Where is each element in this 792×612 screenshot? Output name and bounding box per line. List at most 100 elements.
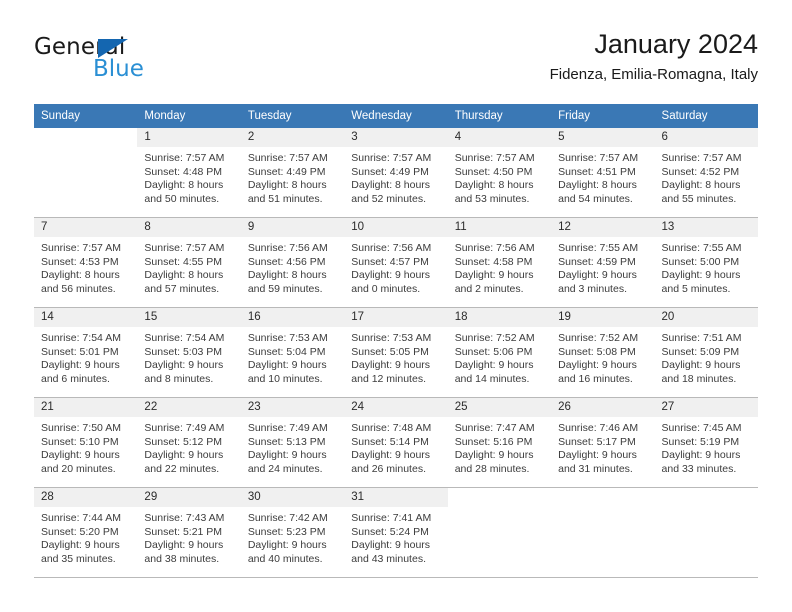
calendar-day-cell[interactable]: 28 Sunrise: 7:44 AM Sunset: 5:20 PM Dayligh…	[34, 488, 138, 577]
day-detail-line: Daylight: 8 hours	[454, 179, 534, 191]
day-detail-line: and 33 minutes.	[661, 462, 737, 475]
calendar-grid: Sunday Monday Tuesday Wednesday Thursday Frid…	[34, 104, 758, 578]
page-title: January 2024	[594, 29, 758, 59]
day-detail-line: and 5 minutes.	[661, 282, 731, 295]
calendar-day-cell[interactable]: 3 Sunrise: 7:57 AM Sunset: 4:49 PM Daylight…	[344, 128, 448, 217]
calendar-day-cell[interactable]: 5 Sunrise: 7:57 AM Sunset: 4:51 PM Daylight…	[551, 128, 655, 217]
logo[interactable]: General Blue	[34, 34, 234, 90]
day-number: 4	[447, 128, 552, 147]
calendar-day-cell[interactable]: 20 Sunrise: 7:51 AM Sunset: 5:09 PM Dayligh…	[654, 308, 758, 397]
calendar-day-cell[interactable]: 2 Sunrise: 7:57 AM Sunset: 4:49 PM Daylight…	[240, 128, 345, 217]
day-number: 17	[344, 308, 448, 327]
day-detail-line: and 50 minutes.	[144, 192, 220, 205]
calendar-day-cell[interactable]: 9 Sunrise: 7:56 AM Sunset: 4:56 PM Daylight…	[240, 218, 345, 307]
day-detail-line: Sunrise: 7:52 AM	[454, 332, 535, 344]
day-number: 3	[344, 128, 448, 147]
day-number: 13	[654, 218, 758, 237]
day-detail-line: Sunset: 5:03 PM	[144, 345, 223, 358]
day-number: 23	[240, 398, 345, 417]
day-number: 18	[447, 308, 552, 327]
day-details: Sunrise: 7:43 AM Sunset: 5:21 PM Daylight:…	[137, 507, 240, 566]
day-detail-line: Sunset: 5:21 PM	[144, 525, 223, 538]
day-detail-line: and 10 minutes.	[247, 372, 323, 385]
calendar-day-cell[interactable]: 27 Sunrise: 7:45 AM Sunset: 5:19 PM Dayligh…	[654, 398, 758, 487]
calendar-day-cell[interactable]: 7 Sunrise: 7:57 AM Sunset: 4:53 PM Daylight…	[34, 218, 138, 307]
day-number: 22	[137, 398, 241, 417]
day-detail-line: Sunrise: 7:49 AM	[247, 422, 328, 434]
weekday-header-monday: Monday	[144, 110, 186, 122]
day-detail-line: Sunrise: 7:57 AM	[661, 152, 742, 164]
day-detail-line: Sunrise: 7:44 AM	[41, 512, 121, 524]
day-number: 8	[137, 218, 241, 237]
calendar-day-cell[interactable]: 18 Sunrise: 7:52 AM Sunset: 5:06 PM Dayligh…	[447, 308, 552, 397]
calendar-day-cell[interactable]: 13 Sunrise: 7:55 AM Sunset: 5:00 PM Dayligh…	[654, 218, 758, 307]
day-number	[655, 488, 758, 507]
day-number: 12	[551, 218, 655, 237]
day-detail-line: and 55 minutes.	[661, 192, 737, 205]
day-details: Sunrise: 7:50 AM Sunset: 5:10 PM Daylight:…	[34, 417, 137, 476]
day-detail-line: Sunrise: 7:56 AM	[351, 242, 432, 254]
weekday-header-sunday: Sunday	[41, 110, 81, 122]
page-header: General Blue January 2024 Fidenza, Emili…	[34, 28, 758, 96]
day-detail-line: Sunrise: 7:55 AM	[661, 242, 742, 254]
calendar-body: 1 Sunrise: 7:57 AM Sunset: 4:48 PM Daylight…	[34, 128, 758, 578]
calendar-day-cell[interactable]: 16 Sunrise: 7:53 AM Sunset: 5:04 PM Dayligh…	[240, 308, 345, 397]
calendar-day-cell[interactable]: 4 Sunrise: 7:57 AM Sunset: 4:50 PM Daylight…	[447, 128, 552, 217]
day-details: Sunrise: 7:49 AM Sunset: 5:13 PM Daylight:…	[241, 417, 344, 476]
calendar-day-cell[interactable]: 14 Sunrise: 7:54 AM Sunset: 5:01 PM Dayligh…	[34, 308, 138, 397]
calendar-day-cell[interactable]: 8 Sunrise: 7:57 AM Sunset: 4:55 PM Daylight…	[137, 218, 241, 307]
calendar-day-cell[interactable]: 6 Sunrise: 7:57 AM Sunset: 4:52 PM Daylight…	[654, 128, 758, 217]
calendar-day-cell[interactable]: 23 Sunrise: 7:49 AM Sunset: 5:13 PM Dayligh…	[240, 398, 345, 487]
weekday-header-friday: Friday	[558, 110, 591, 122]
day-detail-line: Daylight: 9 hours	[558, 449, 637, 461]
day-details: Sunrise: 7:56 AM Sunset: 4:57 PM Daylight:…	[344, 237, 447, 296]
calendar-day-cell[interactable]: 1 Sunrise: 7:57 AM Sunset: 4:48 PM Daylight…	[137, 128, 241, 217]
day-detail-line: and 40 minutes.	[247, 552, 323, 565]
day-detail-line: Sunset: 5:04 PM	[247, 345, 326, 358]
day-number: 19	[551, 308, 655, 327]
day-detail-line: Daylight: 9 hours	[144, 539, 224, 551]
day-number: 21	[34, 398, 138, 417]
day-detail-line: and 38 minutes.	[144, 552, 220, 565]
calendar-day-cell[interactable]: 31 Sunrise: 7:41 AM Sunset: 5:24 PM Dayligh…	[344, 488, 448, 577]
calendar-day-cell[interactable]: 24 Sunrise: 7:48 AM Sunset: 5:14 PM Dayligh…	[344, 398, 448, 487]
day-detail-line: and 35 minutes.	[41, 552, 116, 565]
calendar-day-cell[interactable]: 12 Sunrise: 7:55 AM Sunset: 4:59 PM Dayligh…	[551, 218, 655, 307]
day-detail-line: Daylight: 8 hours	[351, 179, 431, 191]
day-details: Sunrise: 7:45 AM Sunset: 5:19 PM Daylight:…	[655, 417, 758, 476]
calendar-day-cell[interactable]: 29 Sunrise: 7:43 AM Sunset: 5:21 PM Dayligh…	[137, 488, 241, 577]
day-detail-line: and 14 minutes.	[454, 372, 530, 385]
day-detail-line: Daylight: 9 hours	[247, 449, 327, 461]
day-details: Sunrise: 7:57 AM Sunset: 4:48 PM Daylight:…	[137, 147, 240, 206]
day-detail-line: Sunset: 5:23 PM	[247, 525, 326, 538]
day-detail-line: Sunrise: 7:57 AM	[247, 152, 328, 164]
day-detail-line: Sunset: 4:55 PM	[144, 255, 223, 268]
day-number: 9	[240, 218, 345, 237]
day-detail-line: Sunset: 4:49 PM	[351, 165, 429, 178]
calendar-week-row: 1 Sunrise: 7:57 AM Sunset: 4:48 PM Daylight…	[34, 128, 758, 218]
calendar-day-cell[interactable]: 19 Sunrise: 7:52 AM Sunset: 5:08 PM Dayligh…	[551, 308, 655, 397]
day-detail-line: Daylight: 9 hours	[247, 359, 327, 371]
day-detail-line: and 54 minutes.	[558, 192, 633, 205]
calendar-day-cell[interactable]: 25 Sunrise: 7:47 AM Sunset: 5:16 PM Dayligh…	[447, 398, 552, 487]
location-subtitle: Fidenza, Emilia-Romagna, Italy	[549, 66, 758, 83]
calendar-day-cell[interactable]: 26 Sunrise: 7:46 AM Sunset: 5:17 PM Dayligh…	[551, 398, 655, 487]
day-detail-line: Sunrise: 7:46 AM	[558, 422, 639, 434]
calendar-day-cell[interactable]: 11 Sunrise: 7:56 AM Sunset: 4:58 PM Dayligh…	[447, 218, 552, 307]
day-details: Sunrise: 7:53 AM Sunset: 5:05 PM Daylight:…	[344, 327, 447, 386]
day-detail-line: and 22 minutes.	[144, 462, 220, 475]
calendar-day-cell[interactable]: 30 Sunrise: 7:42 AM Sunset: 5:23 PM Dayligh…	[240, 488, 345, 577]
calendar-week-row: 21 Sunrise: 7:50 AM Sunset: 5:10 PM Dayligh…	[34, 398, 758, 488]
calendar-day-cell[interactable]: 17 Sunrise: 7:53 AM Sunset: 5:05 PM Dayligh…	[344, 308, 448, 397]
day-detail-line: Sunset: 5:20 PM	[41, 525, 119, 538]
calendar-empty-cell	[34, 128, 137, 217]
day-number	[551, 488, 654, 507]
calendar-day-cell[interactable]: 10 Sunrise: 7:56 AM Sunset: 4:57 PM Dayligh…	[344, 218, 448, 307]
day-details: Sunrise: 7:56 AM Sunset: 4:58 PM Daylight:…	[448, 237, 551, 296]
day-details: Sunrise: 7:55 AM Sunset: 4:59 PM Daylight:…	[551, 237, 654, 296]
calendar-day-cell[interactable]: 21 Sunrise: 7:50 AM Sunset: 5:10 PM Dayligh…	[34, 398, 138, 487]
calendar-day-cell[interactable]: 22 Sunrise: 7:49 AM Sunset: 5:12 PM Dayligh…	[137, 398, 241, 487]
day-detail-line: Sunrise: 7:57 AM	[41, 242, 121, 254]
day-detail-line: Daylight: 8 hours	[247, 269, 327, 281]
calendar-day-cell[interactable]: 15 Sunrise: 7:54 AM Sunset: 5:03 PM Dayligh…	[137, 308, 241, 397]
